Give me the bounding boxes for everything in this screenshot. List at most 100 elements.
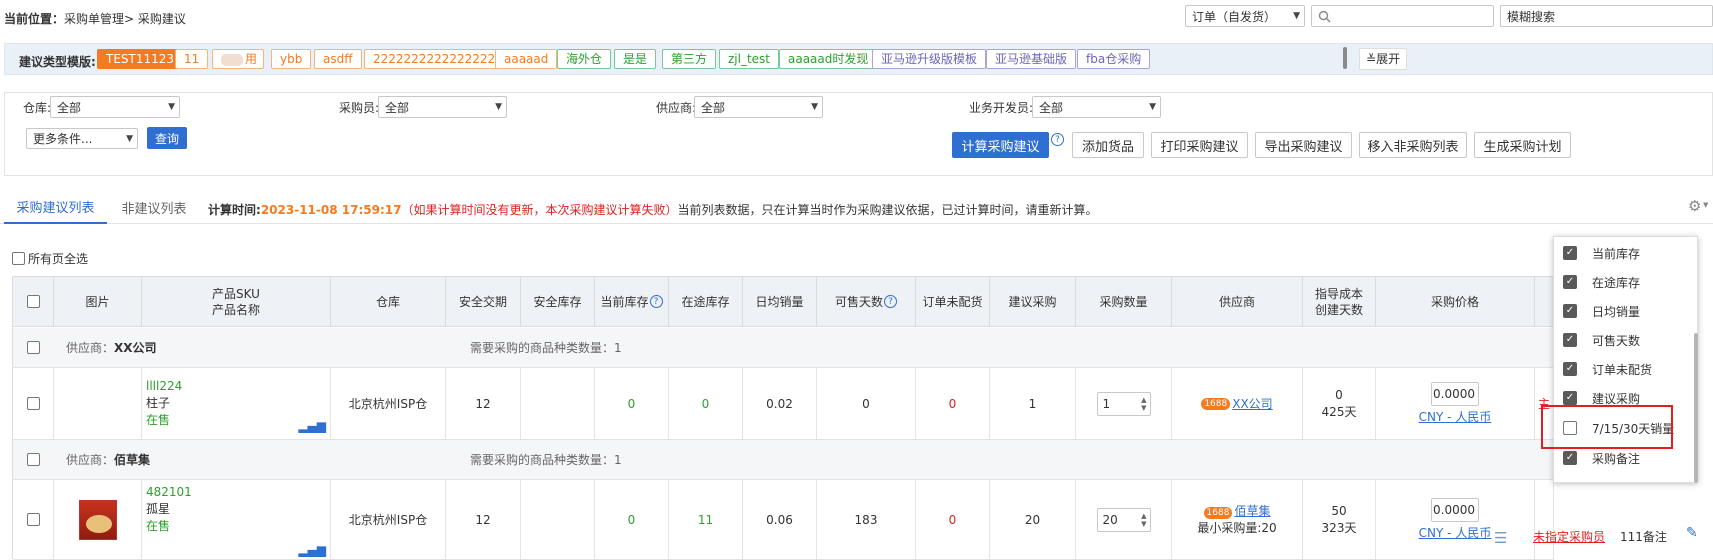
stepper-arrows-icon[interactable]: ▲ ▼ — [1141, 396, 1146, 412]
checkbox[interactable] — [27, 341, 40, 354]
checkbox[interactable] — [26, 295, 40, 308]
checkbox-checked[interactable]: ✓ — [1563, 333, 1577, 347]
match-mode-select[interactable]: 模糊搜索 — [1500, 5, 1713, 27]
supplier-link[interactable]: XX公司 — [1232, 395, 1272, 412]
generate-plan-button[interactable]: 生成采购计划 — [1474, 132, 1571, 158]
column-header: 当前库存? — [595, 277, 669, 327]
order-type-select[interactable]: 订单（自发货） ▼ — [1185, 5, 1305, 27]
expand-button[interactable]: ≚展开 — [1359, 48, 1408, 70]
sku-link[interactable]: llll224 — [146, 378, 182, 395]
template-tag[interactable]: aaaaad — [495, 49, 558, 69]
sku-link[interactable]: 482101 — [146, 484, 192, 501]
price-input[interactable]: 0.0000 — [1431, 381, 1479, 406]
qty-cell: 1 ▲ ▼ — [1076, 368, 1172, 440]
checkbox-checked[interactable]: ✓ — [1563, 362, 1577, 376]
template-tag[interactable]: 用 — [212, 49, 264, 69]
warehouse-cell: 北京杭州ISP仓 — [331, 368, 446, 440]
help-icon[interactable]: ? — [884, 295, 897, 308]
price-input[interactable]: 50.0000 — [1431, 497, 1479, 522]
template-tag[interactable]: 11 — [175, 49, 209, 69]
add-goods-button[interactable]: 添加货品 — [1072, 132, 1144, 158]
group-supplier-label: 供应商： — [66, 341, 115, 355]
column-option[interactable]: ✓ 在途库存 — [1554, 268, 1699, 296]
created-days-value: 425天 — [1321, 404, 1357, 419]
select-all-pages[interactable]: 所有页全选 — [12, 250, 88, 267]
group-needs-text: 需要采购的商品种类数量：1 — [470, 453, 622, 467]
header-text: 创建天数 — [1314, 302, 1363, 317]
query-button[interactable]: 查询 — [147, 127, 187, 149]
export-button[interactable]: 导出采购建议 — [1255, 132, 1352, 158]
search-input[interactable] — [1311, 5, 1494, 27]
supplier-link[interactable]: 佰草集 — [1234, 504, 1270, 518]
supplier-group-row: 供应商： XX公司 需要采购的商品种类数量：1 — [13, 328, 1554, 368]
checkbox-checked[interactable]: ✓ — [1563, 391, 1577, 405]
column-option[interactable]: ✓ 可售天数 — [1554, 326, 1699, 354]
help-icon[interactable]: ? — [649, 295, 663, 308]
quantity-stepper[interactable]: 1 ▲ ▼ — [1096, 391, 1151, 416]
checkbox[interactable] — [26, 397, 40, 410]
calc-info: 计算时间:2023-11-08 17:59:17（如果计算时间没有更新，本次采购… — [208, 201, 1097, 218]
column-option[interactable]: ✓ 日均销量 — [1554, 297, 1699, 325]
indent-icon[interactable]: ☰ — [1494, 529, 1507, 547]
warehouse-select[interactable]: 全部 ▼ — [50, 96, 180, 118]
column-option[interactable]: ✓ 订单未配货 — [1554, 355, 1699, 383]
template-tag[interactable]: asdff — [314, 49, 362, 69]
header-text: 可售天数 — [834, 294, 883, 309]
template-tag[interactable]: TEST11123 — [97, 49, 184, 69]
checkbox[interactable] — [27, 453, 40, 466]
tab-suggest-list[interactable]: 采购建议列表 — [4, 190, 107, 224]
gear-icon[interactable]: ⚙ — [1688, 197, 1701, 215]
stepper-arrows-icon[interactable]: ▲ ▼ — [1141, 512, 1146, 528]
checkbox-checked[interactable]: ✓ — [1563, 304, 1577, 318]
help-icon[interactable]: ? — [1051, 133, 1064, 146]
template-tag[interactable]: 第三方 — [662, 49, 717, 69]
safe-stock-cell — [521, 368, 595, 440]
tab-non-suggest-list[interactable]: 非建议列表 — [110, 190, 198, 224]
buyer-select[interactable]: 全部 ▼ — [378, 96, 507, 118]
row-checkbox-cell — [13, 480, 54, 560]
quantity-value: 20 — [1102, 512, 1118, 527]
bar-chart-icon[interactable]: ▂▄▆ — [298, 418, 326, 435]
checkbox[interactable] — [12, 252, 25, 265]
bizdev-value: 全部 — [1039, 100, 1064, 115]
bizdev-select[interactable]: 全部 ▼ — [1032, 96, 1161, 118]
transit-stock-cell: 0 — [669, 368, 743, 440]
row-checkbox-cell — [13, 368, 54, 440]
product-thumbnail[interactable] — [78, 499, 117, 540]
bar-chart-icon[interactable]: ▂▄▆ — [298, 542, 326, 559]
buyer-label: 采购员: — [339, 101, 380, 115]
template-tag[interactable]: 22222222222222222 — [364, 49, 512, 69]
more-conditions-select[interactable]: 更多条件... ▼ — [26, 128, 138, 149]
panel-scrollbar[interactable] — [1694, 333, 1698, 483]
template-tag[interactable]: 亚马逊升级版模板 — [872, 49, 987, 69]
unassigned-buyer-link[interactable]: 未指定采购员 — [1533, 528, 1605, 545]
template-tag[interactable]: fba仓采购 — [1077, 49, 1151, 69]
checkbox-checked[interactable]: ✓ — [1563, 451, 1577, 465]
created-days-value: 323天 — [1321, 520, 1357, 535]
template-tag[interactable]: 亚马逊基础版 — [986, 49, 1077, 69]
column-option-label: 在途库存 — [1592, 275, 1641, 290]
column-option[interactable]: ✓ 当前库存 — [1554, 239, 1699, 267]
template-tag[interactable]: 是是 — [614, 49, 657, 69]
calculate-button[interactable]: 计算采购建议 — [952, 132, 1049, 158]
template-tag[interactable]: 海外仓 — [557, 49, 612, 69]
checkbox[interactable] — [26, 513, 40, 526]
currency-link[interactable]: CNY - 人民币 — [1419, 408, 1492, 426]
scrollbar-handle[interactable] — [1343, 47, 1347, 69]
group-supplier-name: XX公司 — [114, 341, 157, 355]
unallocated-cell: 0 — [916, 368, 990, 440]
quantity-stepper[interactable]: 20 ▲ ▼ — [1096, 507, 1151, 532]
chevron-down-icon[interactable]: ▼ — [1703, 201, 1708, 209]
template-tag[interactable]: zjl_test — [719, 49, 780, 69]
currency-link[interactable]: CNY - 人民币 — [1419, 524, 1492, 542]
supplier-value: 全部 — [701, 100, 726, 115]
edit-pencil-icon[interactable]: ✎ — [1686, 525, 1698, 541]
checkbox-checked[interactable]: ✓ — [1563, 275, 1577, 289]
print-button[interactable]: 打印采购建议 — [1151, 132, 1248, 158]
sellable-days-cell: 183 — [817, 480, 916, 560]
template-tag[interactable]: aaaaad时发现 — [779, 49, 878, 69]
move-to-non-purchase-button[interactable]: 移入非采购列表 — [1359, 132, 1467, 158]
supplier-select[interactable]: 全部 ▼ — [694, 96, 823, 118]
checkbox-checked[interactable]: ✓ — [1563, 246, 1577, 260]
template-tag[interactable]: ybb — [271, 49, 312, 69]
